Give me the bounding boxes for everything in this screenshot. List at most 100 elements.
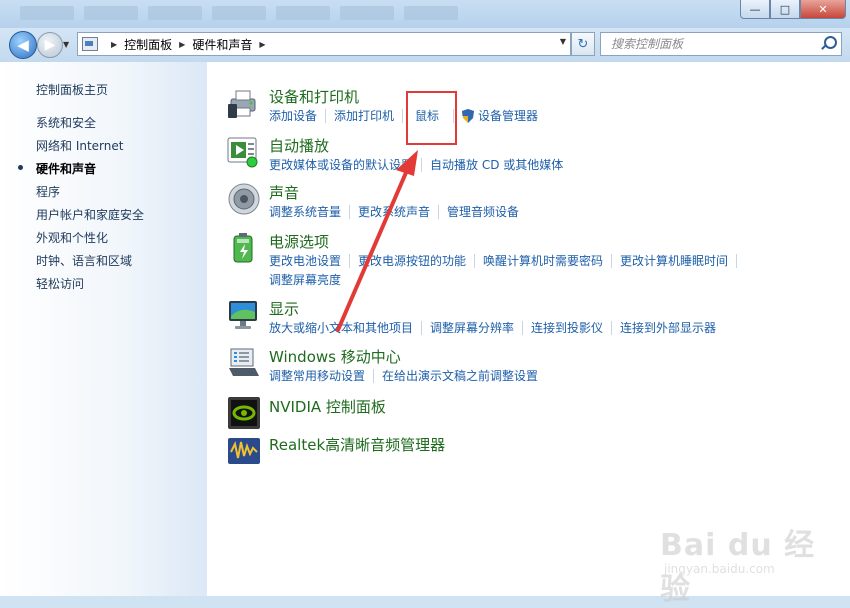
printer-icon: [228, 90, 256, 118]
category-links-mobility: 调整常用移动设置 在给出演示文稿之前调整设置: [269, 367, 538, 384]
sidebar-item-label[interactable]: 时钟、语言和区域: [36, 254, 132, 268]
search-icon[interactable]: [824, 36, 837, 49]
link-wakeup-password[interactable]: 唤醒计算机时需要密码: [483, 252, 603, 269]
sidebar-home-link[interactable]: 控制面板主页: [36, 81, 108, 98]
link-manage-audio[interactable]: 管理音频设备: [447, 203, 519, 220]
sidebar-item-network[interactable]: 网络和 Internet: [36, 137, 144, 160]
search-box[interactable]: [600, 32, 842, 56]
link-change-sounds[interactable]: 更改系统声音: [358, 203, 430, 220]
battery-icon: [233, 233, 253, 263]
category-links-sound: 调整系统音量 更改系统声音 管理音频设备: [269, 203, 519, 220]
control-panel-icon: [82, 37, 98, 51]
category-title-sound[interactable]: 声音: [269, 182, 299, 203]
sidebar-item-label: 硬件和声音: [36, 162, 97, 176]
maximize-button[interactable]: □: [770, 0, 800, 19]
sidebar-item-label[interactable]: 用户帐户和家庭安全: [36, 208, 144, 222]
watermark-url: jingyan.baidu.com: [664, 562, 775, 576]
laptop-icon: [229, 348, 259, 376]
sidebar-item-hardware-sound: 硬件和声音: [18, 160, 144, 183]
autoplay-icon: [227, 137, 258, 168]
sidebar-item-label[interactable]: 网络和 Internet: [36, 139, 123, 153]
link-autoplay-cd[interactable]: 自动播放 CD 或其他媒体: [430, 156, 563, 173]
link-presentation-settings[interactable]: 在给出演示文稿之前调整设置: [382, 367, 538, 384]
link-adjust-volume[interactable]: 调整系统音量: [269, 203, 341, 220]
category-title-mobility[interactable]: Windows 移动中心: [269, 346, 401, 367]
divider: [421, 157, 423, 172]
link-add-printer[interactable]: 添加打印机: [334, 107, 394, 124]
forward-button[interactable]: ▶: [37, 32, 63, 58]
sidebar-item-label[interactable]: 系统和安全: [36, 116, 96, 130]
link-external-display[interactable]: 连接到外部显示器: [620, 319, 716, 336]
window-controls: — □ ✕: [740, 0, 846, 19]
divider: [373, 368, 375, 383]
realtek-icon: [228, 438, 260, 464]
category-links-power-row2: 调整屏幕亮度: [269, 271, 341, 288]
link-power-buttons[interactable]: 更改电源按钮的功能: [358, 252, 466, 269]
link-projector[interactable]: 连接到投影仪: [531, 319, 603, 336]
divider: [611, 253, 613, 268]
speaker-icon: [228, 183, 260, 215]
address-bar[interactable]: ▶ 控制面板 ▶ 硬件和声音 ▶ ▼: [77, 32, 571, 56]
uac-shield-icon: [462, 108, 475, 123]
category-links-devices: 添加设备 添加打印机 鼠标 设备管理器: [269, 107, 538, 124]
category-title-nvidia[interactable]: NVIDIA 控制面板: [269, 396, 386, 417]
divider: [349, 204, 351, 219]
title-bar: — □ ✕: [0, 0, 850, 28]
link-mobility-settings[interactable]: 调整常用移动设置: [269, 367, 365, 384]
category-links-power: 更改电池设置 更改电源按钮的功能 唤醒计算机时需要密码 更改计算机睡眠时间: [269, 252, 745, 269]
breadcrumb-control-panel[interactable]: 控制面板: [124, 36, 172, 53]
link-screen-brightness[interactable]: 调整屏幕亮度: [269, 271, 341, 288]
baidu-watermark: Bai du 经验 jingyan.baidu.com: [660, 520, 820, 607]
link-text-size[interactable]: 放大或缩小文本和其他项目: [269, 319, 413, 336]
breadcrumb-hardware-sound[interactable]: 硬件和声音: [192, 36, 252, 53]
link-device-manager[interactable]: 设备管理器: [478, 107, 538, 124]
current-bullet-icon: [18, 165, 23, 170]
divider: [736, 253, 738, 268]
blurred-taskbar-items: [20, 6, 458, 22]
sidebar-item-system-security[interactable]: 系统和安全: [36, 114, 144, 137]
divider: [522, 320, 524, 335]
category-title-realtek[interactable]: Realtek高清晰音频管理器: [269, 434, 445, 455]
divider: [349, 253, 351, 268]
recent-pages-dropdown-icon[interactable]: ▼: [63, 40, 69, 49]
sidebar-item-label[interactable]: 程序: [36, 185, 60, 199]
category-title-power[interactable]: 电源选项: [269, 231, 329, 252]
address-dropdown-icon[interactable]: ▼: [560, 37, 566, 46]
chevron-right-icon[interactable]: ▶: [111, 40, 117, 49]
sidebar-item-label[interactable]: 轻松访问: [36, 277, 84, 291]
link-battery-settings[interactable]: 更改电池设置: [269, 252, 341, 269]
category-title-devices[interactable]: 设备和打印机: [269, 86, 359, 107]
divider: [421, 320, 423, 335]
sidebar-item-programs[interactable]: 程序: [36, 183, 144, 206]
category-title-autoplay[interactable]: 自动播放: [269, 135, 329, 156]
divider: [325, 108, 327, 123]
category-links-display: 放大或缩小文本和其他项目 调整屏幕分辨率 连接到投影仪 连接到外部显示器: [269, 319, 716, 336]
link-add-device[interactable]: 添加设备: [269, 107, 317, 124]
divider: [402, 108, 404, 123]
annotation-highlight-box: [406, 91, 457, 145]
divider: [438, 204, 440, 219]
main-content: 设备和打印机 添加设备 添加打印机 鼠标 设备管理器 自动播放 更改媒体或设备的…: [207, 62, 850, 596]
divider: [611, 320, 613, 335]
divider: [474, 253, 476, 268]
minimize-button[interactable]: —: [740, 0, 770, 19]
category-title-display[interactable]: 显示: [269, 298, 299, 319]
link-screen-resolution[interactable]: 调整屏幕分辨率: [430, 319, 514, 336]
nvidia-icon: [228, 397, 260, 429]
chevron-right-icon[interactable]: ▶: [179, 40, 185, 49]
link-change-default-settings[interactable]: 更改媒体或设备的默认设置: [269, 156, 413, 173]
close-button[interactable]: ✕: [800, 0, 846, 19]
refresh-button[interactable]: ↻: [571, 32, 595, 56]
sidebar: 控制面板主页 系统和安全 网络和 Internet 硬件和声音 程序 用户帐户和…: [0, 62, 207, 596]
sidebar-item-user-accounts[interactable]: 用户帐户和家庭安全: [36, 206, 144, 229]
sidebar-item-appearance[interactable]: 外观和个性化: [36, 229, 144, 252]
link-sleep-time[interactable]: 更改计算机睡眠时间: [620, 252, 728, 269]
sidebar-item-label[interactable]: 外观和个性化: [36, 231, 108, 245]
chevron-right-icon[interactable]: ▶: [259, 40, 265, 49]
back-button[interactable]: ◀: [9, 31, 37, 59]
search-input[interactable]: [609, 36, 813, 52]
category-links-autoplay: 更改媒体或设备的默认设置 自动播放 CD 或其他媒体: [269, 156, 563, 173]
sidebar-item-clock-language[interactable]: 时钟、语言和区域: [36, 252, 144, 275]
sidebar-item-ease-of-access[interactable]: 轻松访问: [36, 275, 144, 298]
monitor-icon: [229, 301, 257, 329]
